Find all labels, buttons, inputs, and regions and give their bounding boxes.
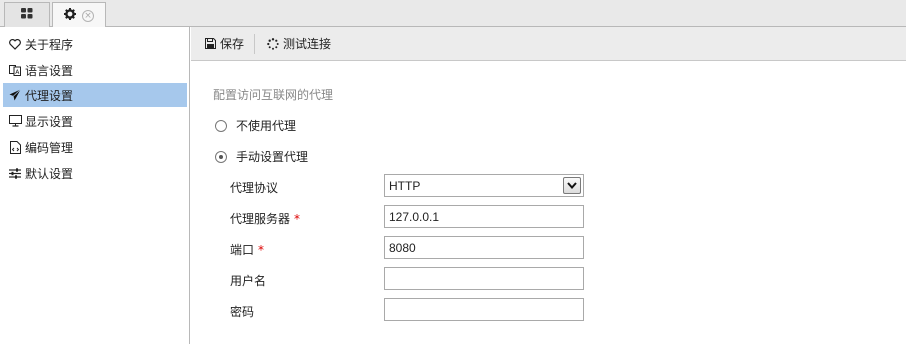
sidebar-item-label: 默认设置 (25, 166, 74, 181)
password-label: 密码 (230, 305, 255, 319)
sidebar-item-defaults[interactable]: 默认设置 (3, 161, 187, 185)
server-label-text: 代理服务器 (230, 212, 291, 226)
spinner-icon (267, 37, 279, 50)
sidebar-item-label: 语言设置 (25, 63, 74, 78)
tab-settings[interactable]: × (52, 2, 106, 28)
tab-apps[interactable] (4, 2, 50, 27)
tab-strip: × (0, 0, 906, 28)
protocol-label: 代理协议 (230, 181, 279, 195)
radio-button-selected[interactable] (215, 150, 227, 163)
sidebar-item-label: 代理设置 (25, 88, 74, 103)
server-value: 127.0.0.1 (389, 209, 440, 224)
save-button-label: 保存 (220, 37, 245, 51)
username-input[interactable] (384, 267, 584, 290)
sidebar-item-display[interactable]: 显示设置 (3, 109, 187, 133)
sidebar-item-label: 显示设置 (25, 114, 74, 129)
document-code-icon (8, 140, 22, 154)
heart-icon (8, 37, 22, 51)
section-title: 配置访问互联网的代理 (213, 88, 334, 102)
required-mark: * (294, 212, 301, 226)
sidebar-item-proxy[interactable]: 代理设置 (3, 83, 187, 107)
grid-icon (21, 8, 33, 22)
chevron-down-icon[interactable] (563, 177, 581, 194)
port-input[interactable]: 8080 (384, 236, 584, 259)
radio-manual-proxy[interactable]: 手动设置代理 (215, 148, 308, 165)
username-label: 用户名 (230, 274, 267, 288)
test-connection-label: 测试连接 (283, 37, 332, 51)
sidebar-item-about[interactable]: 关于程序 (3, 32, 187, 56)
sidebar-item-encoding[interactable]: 编码管理 (3, 135, 187, 159)
radio-no-proxy[interactable]: 不使用代理 (215, 117, 296, 134)
gear-icon (64, 8, 76, 23)
sidebar: 关于程序 A 语言设置 代理设置 显示设置 编码管理 默认设置 (0, 27, 190, 344)
radio-label: 手动设置代理 (236, 150, 309, 164)
sliders-icon (8, 166, 22, 180)
toolbar-divider (254, 33, 256, 54)
port-value: 8080 (389, 240, 416, 255)
proxy-settings-panel: 配置访问互联网的代理 不使用代理 手动设置代理 代理协议 HTTP 代理服务器 *… (191, 62, 906, 344)
protocol-select[interactable]: HTTP (384, 174, 584, 197)
floppy-disk-icon (205, 38, 216, 49)
toolbar: 保存 测试连接 (191, 27, 906, 61)
sidebar-item-label: 编码管理 (25, 140, 74, 155)
server-label: 代理服务器 * (230, 210, 300, 227)
sidebar-item-label: 关于程序 (25, 37, 74, 52)
monitor-icon (8, 114, 22, 128)
save-button[interactable]: 保存 (201, 32, 248, 56)
server-input[interactable]: 127.0.0.1 (384, 205, 584, 228)
password-input[interactable] (384, 298, 584, 321)
language-icon: A (8, 63, 22, 77)
test-connection-button[interactable]: 测试连接 (263, 32, 335, 56)
paper-plane-icon (8, 88, 22, 102)
protocol-value: HTTP (389, 178, 421, 193)
close-icon[interactable]: × (82, 9, 94, 22)
port-label-text: 端口 (230, 243, 255, 257)
port-label: 端口 * (230, 241, 264, 258)
required-mark: * (258, 243, 265, 257)
sidebar-item-language[interactable]: A 语言设置 (3, 58, 187, 82)
radio-button[interactable] (215, 119, 227, 132)
radio-label: 不使用代理 (236, 119, 297, 133)
